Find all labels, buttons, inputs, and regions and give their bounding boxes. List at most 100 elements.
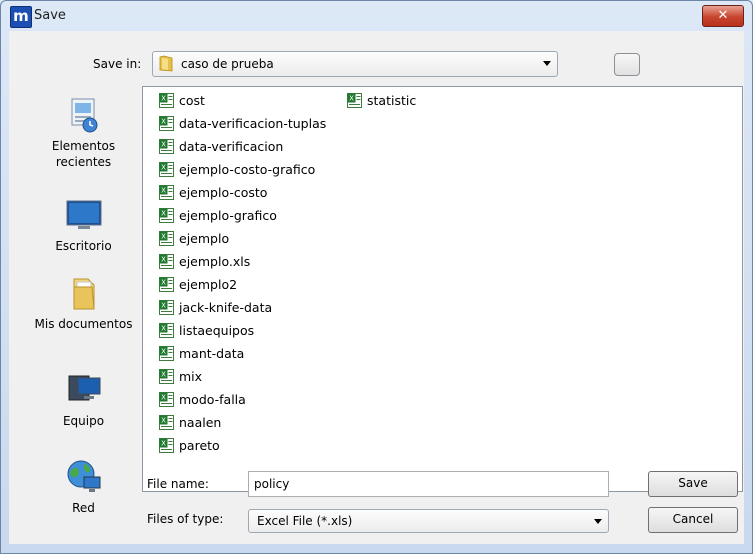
excel-file-icon: X — [159, 300, 174, 315]
documents-icon — [73, 278, 95, 310]
excel-file-icon: X — [159, 415, 174, 430]
file-item[interactable]: Xjack-knife-data — [159, 298, 272, 318]
chevron-down-icon — [543, 61, 551, 66]
svg-text:X: X — [161, 348, 166, 356]
places-bar: Elementos recientes Escritorio Mis docum… — [32, 87, 135, 515]
file-item[interactable]: Xdata-verificacion — [159, 137, 283, 157]
file-name: data-verificacion-tuplas — [179, 116, 327, 131]
excel-file-icon: X — [159, 116, 174, 131]
svg-text:X: X — [161, 302, 166, 310]
place-desktop[interactable]: Escritorio — [32, 195, 135, 254]
excel-file-icon: X — [159, 139, 174, 154]
file-type-dropdown[interactable]: Excel File (*.xls) — [248, 509, 609, 533]
excel-file-icon: X — [159, 254, 174, 269]
file-name: data-verificacion — [179, 139, 284, 154]
file-item[interactable]: Xdata-verificacion-tuplas — [159, 114, 326, 134]
file-name-input[interactable] — [254, 476, 594, 492]
save-button[interactable]: Save — [648, 471, 738, 497]
view-menu-button[interactable] — [614, 53, 640, 76]
file-item[interactable]: Xnaalen — [159, 413, 221, 433]
close-button[interactable]: ✕ — [702, 5, 744, 27]
excel-file-icon: X — [159, 231, 174, 246]
svg-text:X: X — [161, 210, 166, 218]
svg-text:X: X — [161, 187, 166, 195]
file-name: modo-falla — [179, 392, 246, 407]
file-item[interactable]: Xejemplo-costo — [159, 183, 267, 203]
excel-file-icon: X — [159, 185, 174, 200]
file-item[interactable]: Xejemplo-grafico — [159, 206, 277, 226]
svg-text:X: X — [161, 164, 166, 172]
svg-text:X: X — [161, 371, 166, 379]
place-label: Escritorio — [55, 239, 112, 253]
chevron-down-icon — [594, 519, 602, 524]
save-in-value: caso de prueba — [181, 57, 274, 71]
svg-text:X: X — [161, 325, 166, 333]
file-item[interactable]: Xejemplo2 — [159, 275, 237, 295]
save-dialog: m Save ✕ Save in: caso de prueba Element… — [0, 0, 753, 554]
file-name: ejemplo-costo-grafico — [179, 162, 316, 177]
place-label: Mis documentos — [34, 317, 133, 331]
file-name: mant-data — [179, 346, 245, 361]
window-title: Save — [34, 8, 66, 23]
svg-text:X: X — [161, 394, 166, 402]
file-item[interactable]: Xlistaequipos — [159, 321, 254, 341]
place-network[interactable]: Red — [32, 457, 135, 516]
excel-file-icon: X — [159, 392, 174, 407]
file-name: ejemplo.xls — [179, 254, 251, 269]
svg-text:X: X — [161, 95, 166, 103]
place-computer[interactable]: Equipo — [32, 370, 135, 429]
excel-file-icon: X — [159, 208, 174, 223]
file-name: naalen — [179, 415, 222, 430]
excel-file-icon: X — [159, 369, 174, 384]
title-bar[interactable]: m Save ✕ — [1, 1, 752, 31]
network-icon — [67, 460, 100, 492]
excel-file-icon: X — [159, 162, 174, 177]
file-item[interactable]: Xejemplo — [159, 229, 229, 249]
file-name: ejemplo — [179, 231, 230, 246]
file-type-label: Files of type: — [147, 512, 224, 526]
svg-text:X: X — [349, 95, 354, 103]
file-name: listaequipos — [179, 323, 255, 338]
excel-file-icon: X — [159, 93, 174, 108]
file-item[interactable]: Xmant-data — [159, 344, 244, 364]
file-item[interactable]: Xmix — [159, 367, 202, 387]
cancel-button[interactable]: Cancel — [648, 507, 738, 533]
svg-text:X: X — [161, 141, 166, 149]
file-item[interactable]: Xstatistic — [347, 91, 416, 111]
file-type-value: Excel File (*.xls) — [257, 514, 353, 528]
file-item[interactable]: Xcost — [159, 91, 205, 111]
dialog-body: Save in: caso de prueba Elementos recien… — [9, 31, 744, 544]
save-in-dropdown[interactable]: caso de prueba — [152, 51, 558, 77]
file-item[interactable]: Xejemplo.xls — [159, 252, 250, 272]
file-item[interactable]: Xmodo-falla — [159, 390, 246, 410]
place-label: Equipo — [62, 414, 105, 428]
place-label: Elementos recientes — [51, 139, 116, 169]
svg-text:X: X — [161, 233, 166, 241]
recent-places-icon — [71, 98, 97, 133]
excel-file-icon: X — [159, 277, 174, 292]
excel-file-icon: X — [159, 346, 174, 361]
file-name: ejemplo2 — [179, 277, 238, 292]
file-item[interactable]: Xejemplo-costo-grafico — [159, 160, 315, 180]
file-name: pareto — [179, 438, 220, 453]
computer-icon — [68, 375, 100, 401]
place-recent[interactable]: Elementos recientes — [32, 95, 135, 170]
place-documents[interactable]: Mis documentos — [32, 273, 135, 332]
file-list[interactable]: Xcost Xdata-verificacion-tuplas Xdata-veri… — [142, 86, 743, 492]
file-name: cost — [179, 93, 205, 108]
app-logo-icon: m — [10, 6, 32, 28]
place-label: Red — [72, 501, 95, 515]
svg-text:X: X — [161, 279, 166, 287]
file-name: jack-knife-data — [179, 300, 273, 315]
svg-text:X: X — [161, 118, 166, 126]
file-name: ejemplo-costo — [179, 185, 268, 200]
file-item[interactable]: Xpareto — [159, 436, 220, 456]
desktop-icon — [66, 200, 101, 229]
save-in-label: Save in: — [93, 57, 142, 71]
file-name: ejemplo-grafico — [179, 208, 277, 223]
excel-file-icon: X — [159, 438, 174, 453]
svg-text:X: X — [161, 440, 166, 448]
excel-file-icon: X — [159, 323, 174, 338]
excel-file-icon: X — [347, 93, 362, 108]
file-name-field[interactable] — [248, 471, 609, 497]
